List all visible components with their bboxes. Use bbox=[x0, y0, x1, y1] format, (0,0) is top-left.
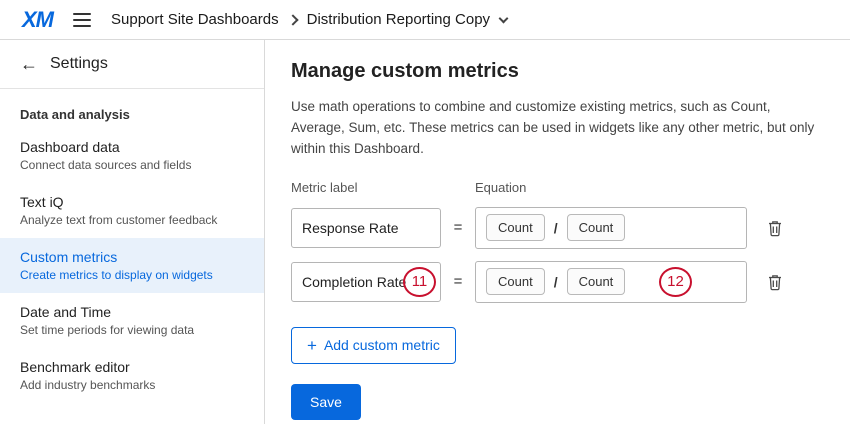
sidebar-item-label: Text iQ bbox=[20, 194, 244, 210]
metric-label-input[interactable] bbox=[291, 208, 441, 248]
top-navigation-bar: XM Support Site Dashboards Distribution … bbox=[0, 0, 850, 40]
hamburger-menu-icon[interactable] bbox=[73, 13, 91, 27]
delete-metric-button[interactable] bbox=[767, 219, 783, 237]
column-headers: Metric label Equation bbox=[291, 180, 824, 195]
sidebar-item-description: Add industry benchmarks bbox=[20, 378, 244, 392]
plus-icon: + bbox=[307, 337, 317, 354]
settings-back-button[interactable]: ← Settings bbox=[0, 40, 264, 89]
equals-sign: = bbox=[453, 273, 463, 290]
metric-chip-count[interactable]: Count bbox=[486, 214, 545, 241]
sidebar-item-label: Custom metrics bbox=[20, 249, 244, 265]
xm-logo[interactable]: XM bbox=[22, 7, 53, 33]
sidebar-item-text-iq[interactable]: Text iQ Analyze text from customer feedb… bbox=[0, 183, 264, 238]
sidebar-item-custom-metrics[interactable]: Custom metrics Create metrics to display… bbox=[0, 238, 264, 293]
add-custom-metric-label: Add custom metric bbox=[324, 337, 440, 353]
sidebar-item-description: Set time periods for viewing data bbox=[20, 323, 244, 337]
back-arrow-icon: ← bbox=[20, 55, 38, 73]
equation-field[interactable]: Count / Count 12 bbox=[475, 261, 747, 303]
sidebar-item-benchmark-editor[interactable]: Benchmark editor Add industry benchmarks bbox=[0, 348, 264, 403]
sidebar-item-description: Create metrics to display on widgets bbox=[20, 268, 244, 282]
column-header-metric-label: Metric label bbox=[291, 180, 475, 195]
sidebar-item-description: Analyze text from customer feedback bbox=[20, 213, 244, 227]
trash-icon bbox=[767, 273, 783, 291]
metric-chip-count[interactable]: Count bbox=[486, 268, 545, 295]
settings-label: Settings bbox=[50, 55, 108, 73]
breadcrumb-dashboards[interactable]: Support Site Dashboards bbox=[111, 11, 279, 28]
section-header-data-and-analysis: Data and analysis bbox=[0, 89, 264, 128]
chevron-right-icon bbox=[287, 14, 298, 25]
column-header-equation: Equation bbox=[475, 180, 526, 195]
sidebar-item-label: Benchmark editor bbox=[20, 359, 244, 375]
trash-icon bbox=[767, 219, 783, 237]
division-operator: / bbox=[554, 220, 558, 236]
chevron-down-icon[interactable] bbox=[499, 13, 509, 23]
sidebar-item-dashboard-data[interactable]: Dashboard data Connect data sources and … bbox=[0, 128, 264, 183]
delete-metric-button[interactable] bbox=[767, 273, 783, 291]
custom-metric-row: 11 = Count / Count 12 bbox=[291, 261, 824, 303]
metric-chip-count[interactable]: Count bbox=[567, 268, 626, 295]
callout-11: 11 bbox=[403, 267, 436, 297]
equation-field[interactable]: Count / Count bbox=[475, 207, 747, 249]
breadcrumb-current-dashboard[interactable]: Distribution Reporting Copy bbox=[307, 11, 490, 28]
page-description: Use math operations to combine and custo… bbox=[291, 97, 824, 160]
custom-metric-row: = Count / Count bbox=[291, 207, 824, 249]
division-operator: / bbox=[554, 274, 558, 290]
add-custom-metric-button[interactable]: + Add custom metric bbox=[291, 327, 456, 364]
breadcrumb: Support Site Dashboards Distribution Rep… bbox=[111, 11, 507, 28]
callout-12: 12 bbox=[659, 267, 692, 297]
sidebar-item-label: Dashboard data bbox=[20, 139, 244, 155]
sidebar-item-label: Date and Time bbox=[20, 304, 244, 320]
save-button[interactable]: Save bbox=[291, 384, 361, 420]
metric-chip-count[interactable]: Count bbox=[567, 214, 626, 241]
equals-sign: = bbox=[453, 219, 463, 236]
settings-sidebar: ← Settings Data and analysis Dashboard d… bbox=[0, 40, 265, 424]
main-content: Manage custom metrics Use math operation… bbox=[265, 40, 850, 424]
page-title: Manage custom metrics bbox=[291, 60, 824, 83]
sidebar-item-date-and-time[interactable]: Date and Time Set time periods for viewi… bbox=[0, 293, 264, 348]
sidebar-item-description: Connect data sources and fields bbox=[20, 158, 244, 172]
